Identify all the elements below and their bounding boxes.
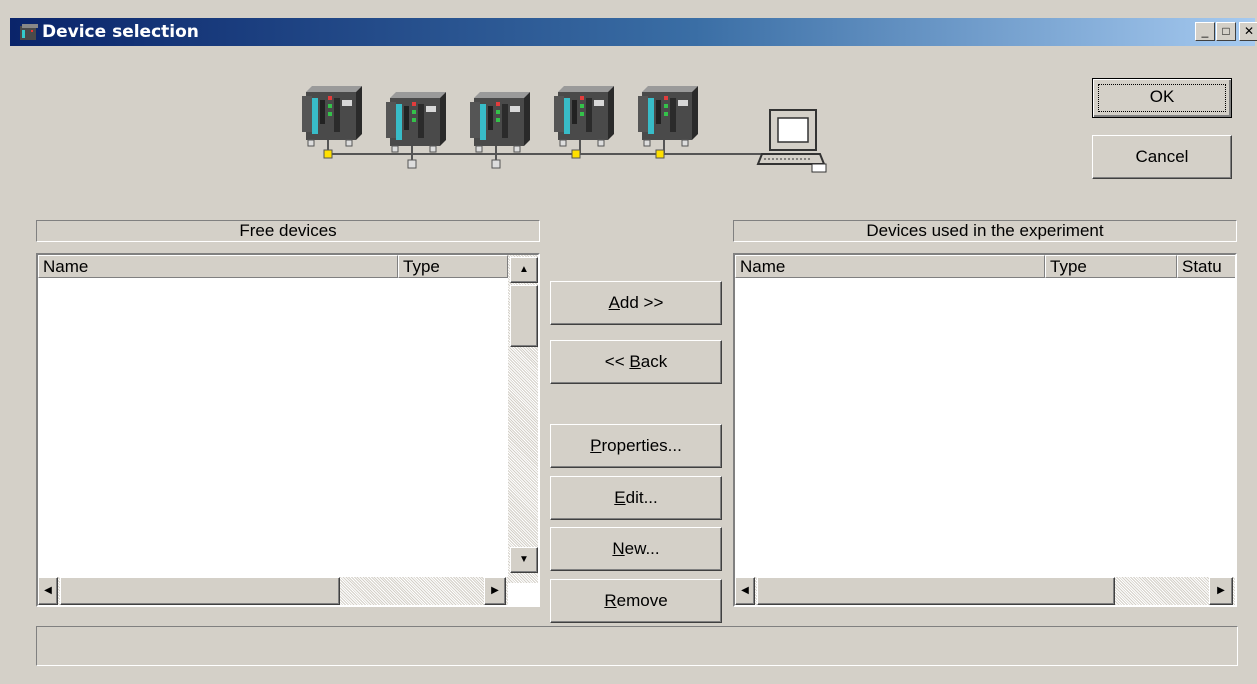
properties-button[interactable]: Properties...: [550, 424, 722, 468]
device-module-3: [469, 91, 531, 161]
back-button[interactable]: << Back: [550, 340, 722, 384]
free-hscroll-thumb[interactable]: [60, 577, 340, 605]
remove-label: Remove: [604, 591, 668, 610]
free-scroll-right-button[interactable]: ▶: [484, 577, 506, 605]
free-vscroll-thumb[interactable]: [510, 285, 538, 347]
network-illustration: [301, 85, 827, 173]
maximize-icon: □: [1222, 24, 1230, 38]
window-title: Device selection: [42, 22, 199, 42]
free-scroll-down-button[interactable]: ▼: [510, 547, 538, 573]
used-col-status-header[interactable]: Statu: [1177, 255, 1235, 278]
arrow-left-icon: ◀: [741, 585, 749, 596]
arrow-right-icon: ▶: [1217, 585, 1225, 596]
free-scroll-left-button[interactable]: ◀: [38, 577, 58, 605]
focus-rect: [1098, 84, 1226, 112]
add-button[interactable]: Add >>: [550, 281, 722, 325]
used-col-type-header[interactable]: Type: [1045, 255, 1177, 278]
close-button[interactable]: ✕: [1239, 22, 1257, 41]
back-label: << Back: [604, 352, 668, 371]
used-col-name-header[interactable]: Name: [735, 255, 1045, 278]
maximize-button[interactable]: □: [1216, 22, 1236, 41]
device-module-1: [301, 85, 363, 155]
title-bar[interactable]: Device selection _ □ ✕: [10, 18, 1257, 46]
cancel-button[interactable]: Cancel: [1092, 135, 1232, 179]
computer-icon: [756, 109, 827, 173]
arrow-right-icon: ▶: [491, 585, 499, 596]
used-devices-header: Devices used in the experiment: [733, 220, 1237, 242]
arrow-left-icon: ◀: [44, 585, 52, 596]
free-devices-list[interactable]: Name Type ▲ ▼ ◀ ▶: [36, 253, 540, 607]
free-col-type-header[interactable]: Type: [398, 255, 508, 278]
device-app-icon: [20, 24, 38, 40]
device-selection-window: Device selection _ □ ✕ OK Cancel Free de…: [0, 0, 1257, 684]
arrow-up-icon: ▲: [519, 264, 529, 275]
edit-label: Edit...: [614, 488, 658, 507]
new-button[interactable]: New...: [550, 527, 722, 571]
used-devices-list[interactable]: Name Type Statu ◀ ▶: [733, 253, 1237, 607]
free-col-name-header[interactable]: Name: [38, 255, 398, 278]
used-col-status-label: Statu: [1182, 257, 1222, 276]
device-module-2: [385, 91, 447, 161]
used-col-name-label: Name: [740, 257, 786, 276]
minimize-button[interactable]: _: [1195, 22, 1215, 41]
close-icon: ✕: [1243, 24, 1255, 38]
used-col-type-label: Type: [1050, 257, 1087, 276]
used-devices-title: Devices used in the experiment: [866, 221, 1104, 240]
free-devices-header: Free devices: [36, 220, 540, 242]
used-hscroll-thumb[interactable]: [757, 577, 1115, 605]
free-scroll-up-button[interactable]: ▲: [510, 257, 538, 283]
remove-button[interactable]: Remove: [550, 579, 722, 623]
edit-button[interactable]: Edit...: [550, 476, 722, 520]
free-col-name-label: Name: [43, 257, 89, 276]
ok-button[interactable]: OK: [1092, 78, 1232, 118]
used-scroll-left-button[interactable]: ◀: [735, 577, 755, 605]
device-module-5: [637, 85, 699, 155]
properties-label: Properties...: [590, 436, 682, 455]
arrow-down-icon: ▼: [519, 554, 529, 565]
free-devices-title: Free devices: [239, 221, 337, 240]
free-col-type-label: Type: [403, 257, 440, 276]
minimize-icon: _: [1201, 24, 1209, 38]
new-label: New...: [612, 539, 660, 558]
device-module-4: [553, 85, 615, 155]
used-scroll-right-button[interactable]: ▶: [1209, 577, 1233, 605]
status-bar: [36, 626, 1238, 666]
add-label: Add >>: [608, 293, 664, 312]
cancel-label: Cancel: [1135, 147, 1189, 166]
